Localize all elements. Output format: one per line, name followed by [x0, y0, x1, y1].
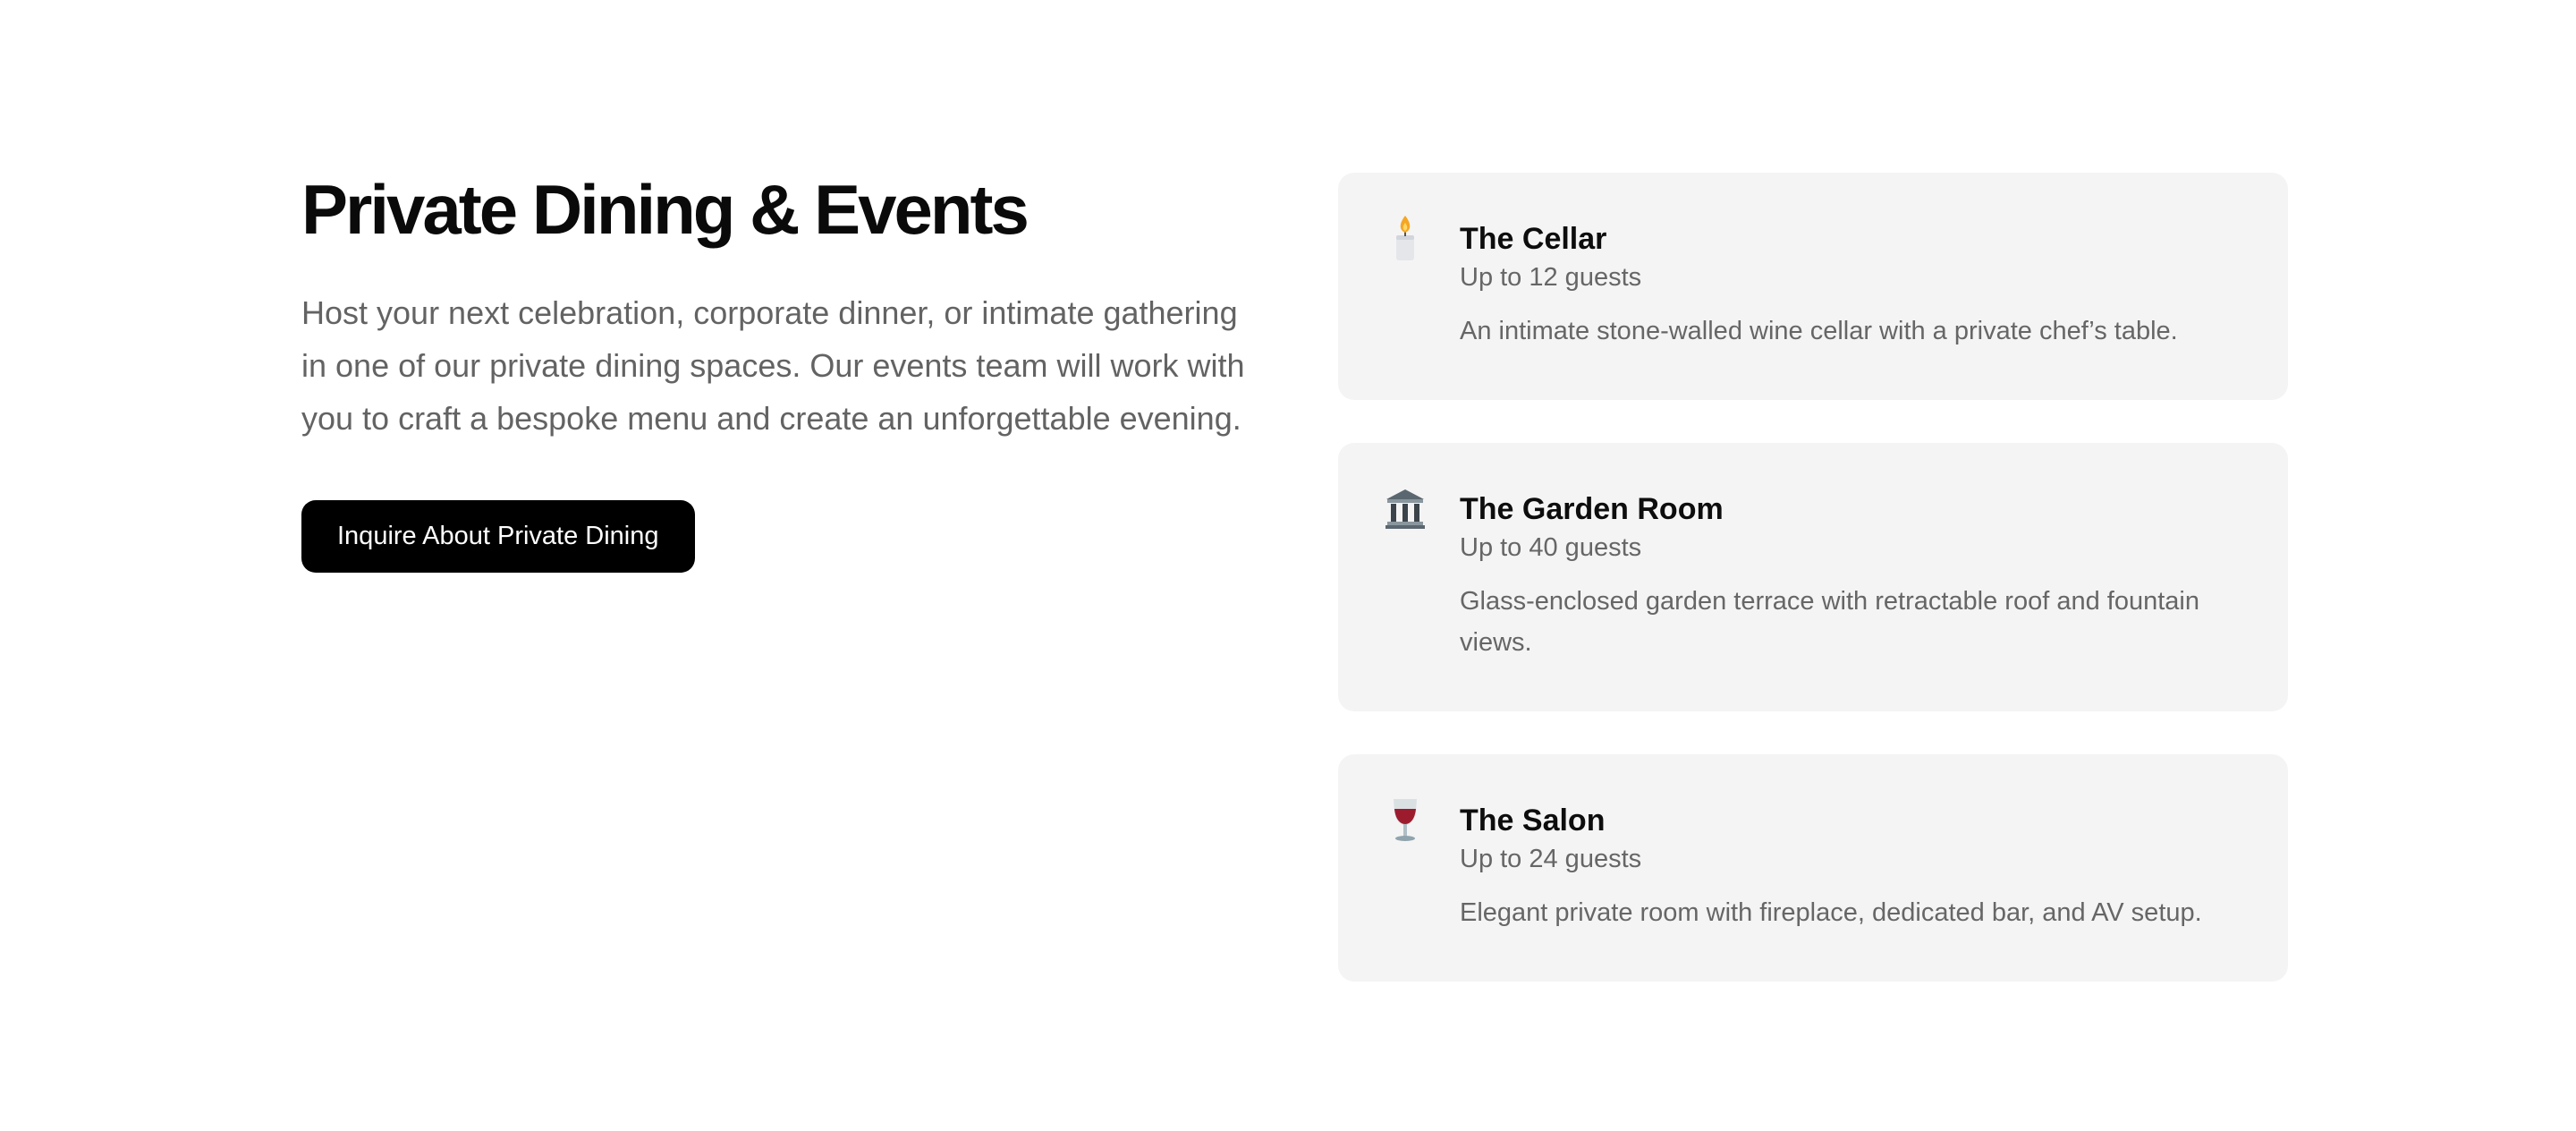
- classical-building-icon: [1385, 486, 1426, 531]
- room-capacity: Up to 40 guests: [1460, 533, 1642, 562]
- section-title: Private Dining & Events: [301, 170, 1030, 249]
- room-name: The Garden Room: [1460, 492, 1724, 526]
- room-name: The Salon: [1460, 804, 1606, 838]
- wine-glass-icon: [1385, 797, 1426, 842]
- inquire-button[interactable]: Inquire About Private Dining: [301, 500, 695, 573]
- room-card-salon: The Salon Up to 24 guests Elegant privat…: [1338, 754, 2288, 982]
- intro-column: Private Dining & Events Host your next c…: [301, 168, 1250, 573]
- room-card-cellar: The Cellar Up to 12 guests An intimate s…: [1338, 173, 2288, 400]
- private-dining-section: Private Dining & Events Host your next c…: [0, 0, 2576, 1131]
- room-capacity: Up to 24 guests: [1460, 845, 1642, 873]
- rooms-list: The Cellar Up to 12 guests An intimate s…: [1338, 173, 2288, 1025]
- section-intro: Host your next celebration, corporate di…: [301, 294, 1245, 437]
- room-description: An intimate stone-walled wine cellar wit…: [1460, 317, 2178, 345]
- room-name: The Cellar: [1460, 222, 1607, 256]
- room-description: Elegant private room with fireplace, ded…: [1460, 898, 2202, 927]
- candle-icon: [1385, 216, 1426, 260]
- room-description: Glass-enclosed garden terrace with retra…: [1460, 587, 2199, 657]
- room-card-garden-room: The Garden Room Up to 40 guests Glass-en…: [1338, 443, 2288, 711]
- room-capacity: Up to 12 guests: [1460, 263, 1642, 292]
